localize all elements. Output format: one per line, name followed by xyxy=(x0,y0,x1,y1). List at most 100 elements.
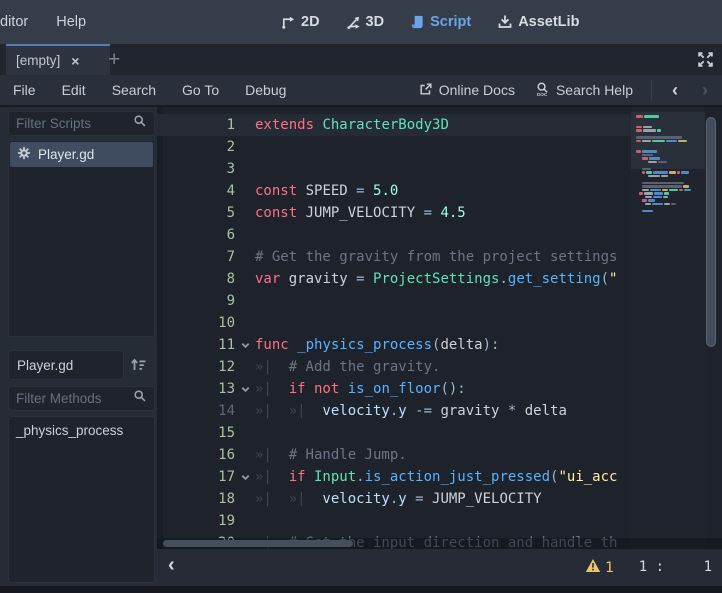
line-number: 8 xyxy=(157,268,235,290)
fold-spacer xyxy=(235,268,255,290)
menu-edit[interactable]: Edit xyxy=(49,82,99,98)
code-line-12[interactable]: 12»|# Add the gravity. xyxy=(157,356,631,378)
fold-spacer xyxy=(235,224,255,246)
svg-text:DOC: DOC xyxy=(537,92,548,97)
code-line-16[interactable]: 16»|# Handle Jump. xyxy=(157,444,631,466)
code-text: extends CharacterBody3D xyxy=(255,114,449,136)
minimap-rows xyxy=(636,115,700,213)
line-number: 19 xyxy=(157,510,235,532)
code-line-15[interactable]: 15 xyxy=(157,422,631,444)
close-icon[interactable]: × xyxy=(71,53,79,69)
code-line-7[interactable]: 7# Get the gravity from the project sett… xyxy=(157,246,631,268)
tab-empty[interactable]: [empty] × xyxy=(6,44,110,75)
line-number: 7 xyxy=(157,246,235,268)
code-lines: 1 extends CharacterBody3D234const SPEED =… xyxy=(157,114,631,549)
add-tab-button[interactable]: + xyxy=(108,44,120,75)
history-back-icon[interactable]: ‹ xyxy=(664,80,686,101)
line-number: 5 xyxy=(157,202,235,224)
nav-3d-button[interactable]: 3D xyxy=(346,14,385,30)
fold-spacer xyxy=(235,510,255,532)
code-editor[interactable]: 1 extends CharacterBody3D234const SPEED =… xyxy=(157,107,722,549)
online-docs-button[interactable]: Online Docs xyxy=(413,82,521,99)
fold-spacer xyxy=(235,312,255,334)
code-line-11[interactable]: 11func _physics_process(delta): xyxy=(157,334,631,356)
line-number: 17 xyxy=(157,466,235,488)
fold-arrow-icon[interactable] xyxy=(235,334,255,356)
menu-editor[interactable]: ditor xyxy=(0,14,42,30)
horizontal-scrollbar-thumb[interactable] xyxy=(163,540,353,547)
caret-separator: : xyxy=(656,559,664,575)
code-line-14[interactable]: 14»|»|velocity.y -= gravity * delta xyxy=(157,400,631,422)
code-line-3[interactable]: 3 xyxy=(157,158,631,180)
code-text: »|if not is_on_floor(): xyxy=(255,378,466,400)
fold-arrow-icon[interactable] xyxy=(235,466,255,488)
menubar-right: Online Docs DOC Search Help ‹ › xyxy=(413,75,716,105)
search-icon xyxy=(133,114,147,133)
code-line-13[interactable]: 13 »|if not is_on_floor(): xyxy=(157,378,631,400)
fold-spacer xyxy=(235,158,255,180)
script-icon xyxy=(410,14,425,30)
menu-goto[interactable]: Go To xyxy=(169,82,232,98)
sort-methods-button[interactable] xyxy=(130,357,147,376)
panel-collapse-icon[interactable]: ‹ xyxy=(168,554,175,577)
filter-methods-input[interactable]: Filter Methods xyxy=(8,386,155,411)
method-item-physics-process[interactable]: _physics_process xyxy=(9,417,154,443)
warning-count: 1 xyxy=(605,560,614,576)
code-text: »|»|velocity.y -= gravity * delta xyxy=(255,400,567,422)
sort-icon xyxy=(130,361,147,376)
code-line-4[interactable]: 4const SPEED = 5.0 xyxy=(157,180,631,202)
warnings-badge[interactable]: 1 xyxy=(585,558,614,577)
code-line-1[interactable]: 1 extends CharacterBody3D xyxy=(157,114,631,136)
distraction-free-icon[interactable] xyxy=(697,51,714,73)
code-line-9[interactable]: 9 xyxy=(157,290,631,312)
script-editor-menubar: File Edit Search Go To Debug Online Docs… xyxy=(0,75,722,107)
scripts-list: Player.gd xyxy=(8,140,155,337)
search-help-button[interactable]: DOC Search Help xyxy=(529,81,639,100)
caret-position: 1 : 1 xyxy=(639,559,712,575)
topbar-menus: ditor Help xyxy=(0,0,100,44)
horizontal-scrollbar[interactable] xyxy=(157,538,722,549)
fold-spacer xyxy=(235,246,255,268)
line-number: 9 xyxy=(157,290,235,312)
line-number: 13 xyxy=(157,378,235,400)
code-line-5[interactable]: 5const JUMP_VELOCITY = 4.5 xyxy=(157,202,631,224)
caret-column: 1 xyxy=(664,559,712,575)
menu-file[interactable]: File xyxy=(0,82,49,98)
code-line-18[interactable]: 18»|»|velocity.y = JUMP_VELOCITY xyxy=(157,488,631,510)
code-line-19[interactable]: 19 xyxy=(157,510,631,532)
script-item-player[interactable]: Player.gd xyxy=(10,142,153,167)
code-line-17[interactable]: 17»|if Input.is_action_just_pressed("ui_… xyxy=(157,466,631,488)
minimap[interactable] xyxy=(631,107,705,549)
code-text: const SPEED = 5.0 xyxy=(255,180,398,202)
line-number: 18 xyxy=(157,488,235,510)
menu-search[interactable]: Search xyxy=(99,82,169,98)
tab-label: [empty] xyxy=(16,53,60,68)
history-forward-icon[interactable]: › xyxy=(694,80,716,101)
separator xyxy=(651,80,652,100)
code-line-6[interactable]: 6 xyxy=(157,224,631,246)
script-name-field[interactable]: Player.gd xyxy=(8,350,124,380)
line-number: 11 xyxy=(157,334,235,356)
3d-icon xyxy=(346,15,361,30)
assetlib-icon xyxy=(497,14,513,30)
vertical-scrollbar-thumb[interactable] xyxy=(706,117,716,347)
menu-help[interactable]: Help xyxy=(42,14,100,30)
code-line-8[interactable]: 8 var gravity = ProjectSettings.get_setti… xyxy=(157,268,631,290)
code-line-2[interactable]: 2 xyxy=(157,136,631,158)
fold-spacer xyxy=(235,444,255,466)
code-line-10[interactable]: 10 xyxy=(157,312,631,334)
menu-debug[interactable]: Debug xyxy=(232,82,299,98)
nav-script-button[interactable]: Script xyxy=(410,14,471,30)
filter-scripts-input[interactable]: Filter Scripts xyxy=(8,111,155,136)
fold-spacer xyxy=(235,488,255,510)
nav-2d-button[interactable]: 2D xyxy=(281,14,320,30)
fold-arrow-icon[interactable] xyxy=(235,378,255,400)
line-number: 6 xyxy=(157,224,235,246)
code-text: »|# Handle Jump. xyxy=(255,444,407,466)
line-number: 1 xyxy=(157,114,235,136)
vertical-scrollbar[interactable] xyxy=(705,109,717,547)
line-number: 12 xyxy=(157,356,235,378)
code-text: var gravity = ProjectSettings.get_settin… xyxy=(255,268,617,290)
nav-assetlib-button[interactable]: AssetLib xyxy=(497,14,579,30)
methods-list: _physics_process xyxy=(8,416,155,583)
